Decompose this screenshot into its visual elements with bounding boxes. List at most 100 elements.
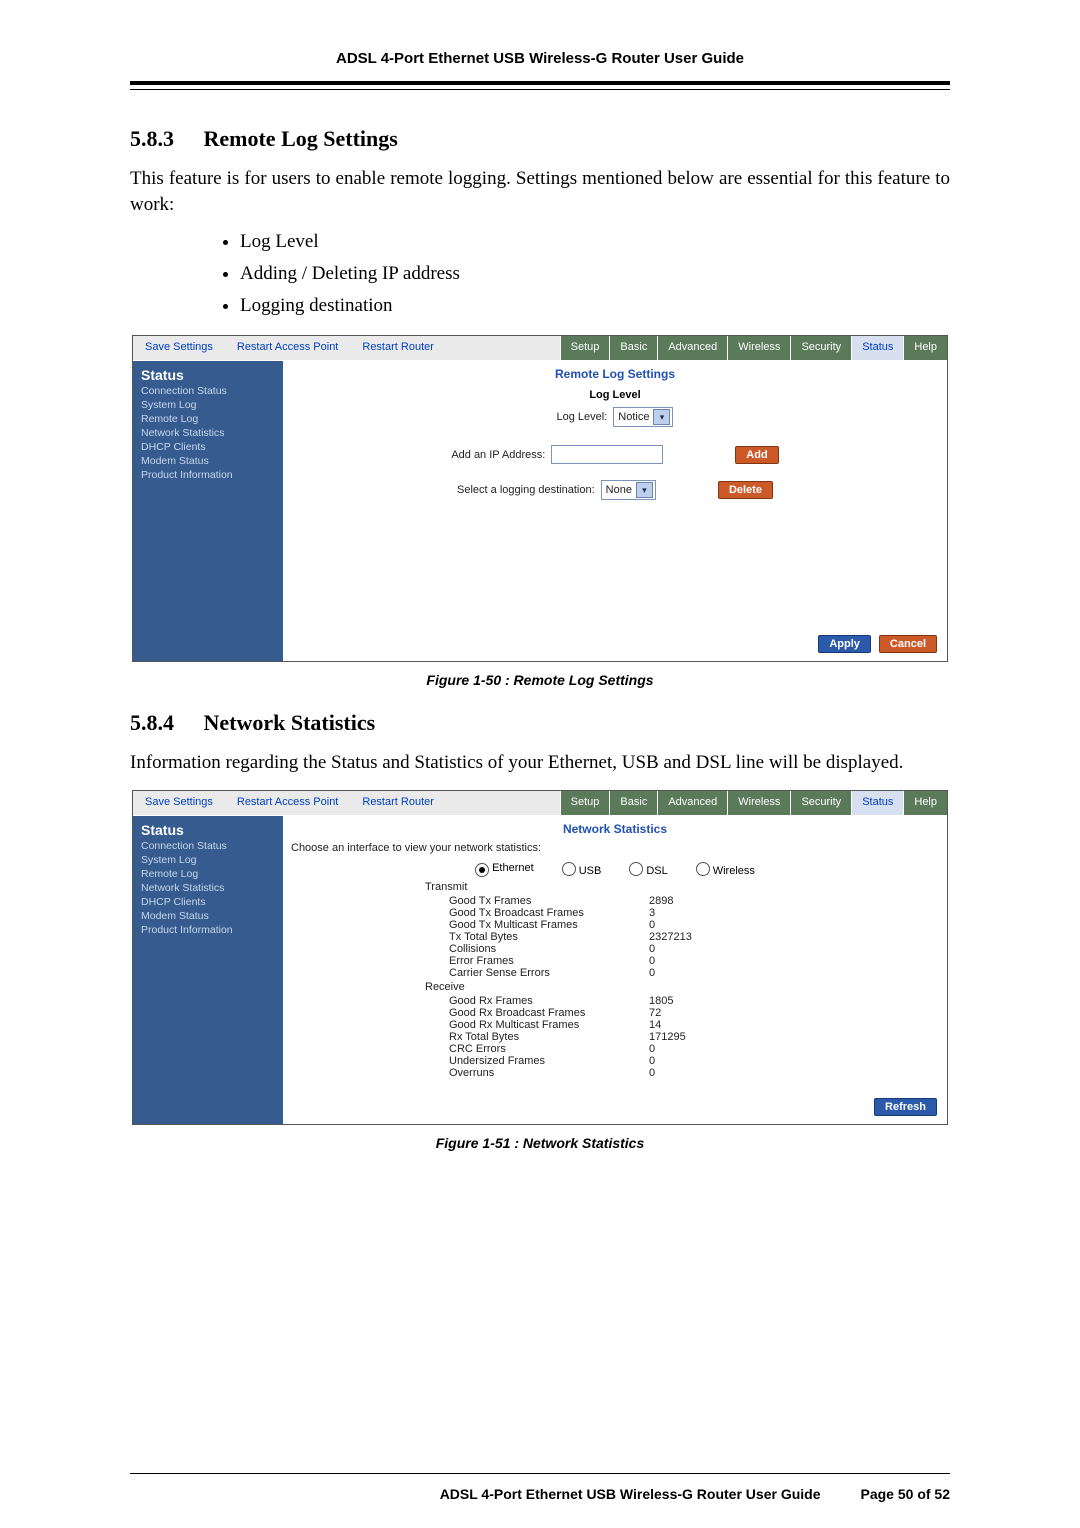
stat-value: 2327213 bbox=[649, 931, 729, 943]
section-584-heading: 5.8.4 Network Statistics bbox=[130, 710, 950, 736]
sidebar-item-remote-log[interactable]: Remote Log bbox=[141, 868, 275, 880]
figure-1-51-caption: Figure 1-51 : Network Statistics bbox=[130, 1135, 950, 1151]
stat-key: Overruns bbox=[449, 1067, 649, 1079]
stat-row: Good Tx Multicast Frames0 bbox=[449, 919, 941, 931]
link-restart-access-point[interactable]: Restart Access Point bbox=[225, 336, 351, 360]
stat-row: Good Tx Broadcast Frames3 bbox=[449, 907, 941, 919]
tab-help[interactable]: Help bbox=[903, 336, 947, 360]
log-level-select[interactable]: Notice ▾ bbox=[613, 407, 673, 427]
sidebar-item-connection-status[interactable]: Connection Status bbox=[141, 840, 275, 852]
sidebar-item-dhcp-clients[interactable]: DHCP Clients bbox=[141, 896, 275, 908]
sidebar-item-system-log[interactable]: System Log bbox=[141, 854, 275, 866]
tab-advanced[interactable]: Advanced bbox=[657, 791, 727, 815]
stat-row: CRC Errors0 bbox=[449, 1043, 941, 1055]
transmit-heading: Transmit bbox=[425, 881, 941, 893]
radio-wireless[interactable]: Wireless bbox=[696, 862, 755, 877]
stat-row: Good Rx Frames1805 bbox=[449, 995, 941, 1007]
document-header: ADSL 4-Port Ethernet USB Wireless-G Rout… bbox=[130, 50, 950, 85]
stat-row: Good Rx Multicast Frames14 bbox=[449, 1019, 941, 1031]
sidebar-item-remote-log[interactable]: Remote Log bbox=[141, 413, 275, 425]
stat-value: 72 bbox=[649, 1007, 729, 1019]
sidebar-item-product-information[interactable]: Product Information bbox=[141, 469, 275, 481]
radio-usb[interactable]: USB bbox=[562, 862, 602, 877]
cancel-button[interactable]: Cancel bbox=[879, 635, 937, 653]
tab-advanced[interactable]: Advanced bbox=[657, 336, 727, 360]
link-save-settings[interactable]: Save Settings bbox=[133, 336, 225, 360]
stat-value: 0 bbox=[649, 943, 729, 955]
router-topbar: Save Settings Restart Access Point Resta… bbox=[133, 791, 947, 816]
stat-key: Tx Total Bytes bbox=[449, 931, 649, 943]
stat-row: Collisions0 bbox=[449, 943, 941, 955]
remote-log-screenshot: Save Settings Restart Access Point Resta… bbox=[132, 335, 948, 662]
stat-key: Collisions bbox=[449, 943, 649, 955]
logging-destination-select[interactable]: None ▾ bbox=[601, 480, 656, 500]
stat-key: Good Tx Frames bbox=[449, 895, 649, 907]
radio-dsl[interactable]: DSL bbox=[629, 862, 667, 877]
sidebar-title: Status bbox=[141, 822, 275, 838]
sidebar-item-modem-status[interactable]: Modem Status bbox=[141, 455, 275, 467]
sidebar-item-network-statistics[interactable]: Network Statistics bbox=[141, 882, 275, 894]
link-save-settings[interactable]: Save Settings bbox=[133, 791, 225, 815]
radio-dsl-label: DSL bbox=[646, 865, 667, 877]
stat-value: 0 bbox=[649, 967, 729, 979]
add-ip-input[interactable] bbox=[551, 445, 663, 464]
tab-setup[interactable]: Setup bbox=[560, 336, 610, 360]
tab-basic[interactable]: Basic bbox=[609, 791, 657, 815]
bullet-item: Log Level bbox=[240, 231, 950, 253]
radio-ethernet[interactable]: Ethernet bbox=[475, 862, 534, 877]
apply-button[interactable]: Apply bbox=[818, 635, 871, 653]
tab-security[interactable]: Security bbox=[790, 336, 851, 360]
tab-setup[interactable]: Setup bbox=[560, 791, 610, 815]
refresh-button[interactable]: Refresh bbox=[874, 1098, 937, 1116]
logging-destination-value: None bbox=[606, 484, 632, 496]
stat-row: Carrier Sense Errors0 bbox=[449, 967, 941, 979]
stats-block: Transmit Good Tx Frames2898Good Tx Broad… bbox=[449, 881, 941, 1079]
tab-status[interactable]: Status bbox=[851, 791, 903, 815]
tab-wireless[interactable]: Wireless bbox=[727, 791, 790, 815]
stat-key: Error Frames bbox=[449, 955, 649, 967]
sidebar-item-dhcp-clients[interactable]: DHCP Clients bbox=[141, 441, 275, 453]
section-583-heading: 5.8.3 Remote Log Settings bbox=[130, 126, 950, 152]
sidebar-title: Status bbox=[141, 367, 275, 383]
action-buttons: Refresh bbox=[874, 1098, 937, 1116]
bullet-item: Logging destination bbox=[240, 295, 950, 317]
section-584-title: Network Statistics bbox=[204, 710, 376, 735]
link-restart-access-point[interactable]: Restart Access Point bbox=[225, 791, 351, 815]
footer-title: ADSL 4-Port Ethernet USB Wireless-G Rout… bbox=[440, 1486, 821, 1502]
tab-basic[interactable]: Basic bbox=[609, 336, 657, 360]
stat-row: Tx Total Bytes2327213 bbox=[449, 931, 941, 943]
link-restart-router[interactable]: Restart Router bbox=[350, 791, 446, 815]
tab-security[interactable]: Security bbox=[790, 791, 851, 815]
stat-row: Good Rx Broadcast Frames72 bbox=[449, 1007, 941, 1019]
stat-value: 14 bbox=[649, 1019, 729, 1031]
stat-key: CRC Errors bbox=[449, 1043, 649, 1055]
radio-ethernet-label: Ethernet bbox=[492, 862, 534, 874]
logging-destination-label: Select a logging destination: bbox=[457, 484, 595, 496]
delete-button[interactable]: Delete bbox=[718, 481, 773, 499]
panel-title: Network Statistics bbox=[289, 822, 941, 836]
add-button[interactable]: Add bbox=[735, 446, 778, 464]
stat-value: 0 bbox=[649, 955, 729, 967]
sidebar-item-network-statistics[interactable]: Network Statistics bbox=[141, 427, 275, 439]
stat-row: Good Tx Frames2898 bbox=[449, 895, 941, 907]
bullet-item: Adding / Deleting IP address bbox=[240, 263, 950, 285]
sidebar: Status Connection Status System Log Remo… bbox=[133, 816, 283, 1124]
sidebar-item-connection-status[interactable]: Connection Status bbox=[141, 385, 275, 397]
stat-key: Good Rx Frames bbox=[449, 995, 649, 1007]
stat-value: 171295 bbox=[649, 1031, 729, 1043]
link-restart-router[interactable]: Restart Router bbox=[350, 336, 446, 360]
sidebar-item-system-log[interactable]: System Log bbox=[141, 399, 275, 411]
sidebar-item-product-information[interactable]: Product Information bbox=[141, 924, 275, 936]
section-583-number: 5.8.3 bbox=[130, 126, 174, 151]
sidebar-item-modem-status[interactable]: Modem Status bbox=[141, 910, 275, 922]
stat-value: 1805 bbox=[649, 995, 729, 1007]
tab-help[interactable]: Help bbox=[903, 791, 947, 815]
tab-status[interactable]: Status bbox=[851, 336, 903, 360]
choose-interface-label: Choose an interface to view your network… bbox=[291, 842, 941, 854]
stat-value: 0 bbox=[649, 1055, 729, 1067]
add-ip-row: Add an IP Address: Add bbox=[289, 445, 941, 464]
section-584-paragraph: Information regarding the Status and Sta… bbox=[130, 750, 950, 776]
section-583-paragraph: This feature is for users to enable remo… bbox=[130, 166, 950, 217]
tab-wireless[interactable]: Wireless bbox=[727, 336, 790, 360]
stat-key: Good Tx Multicast Frames bbox=[449, 919, 649, 931]
